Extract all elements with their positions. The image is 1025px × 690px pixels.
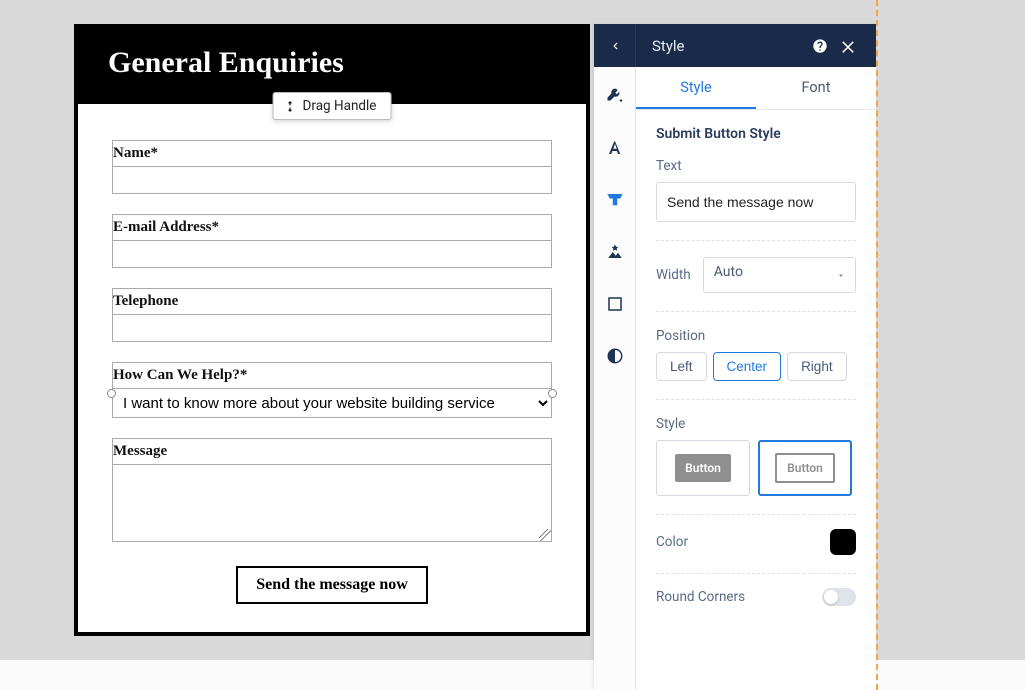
position-right[interactable]: Right: [787, 352, 847, 381]
width-label: Width: [656, 267, 691, 283]
field-email: E-mail Address*: [112, 214, 552, 268]
tool-font[interactable]: [604, 137, 626, 159]
tool-strip: [594, 67, 636, 690]
phone-label: Telephone: [112, 288, 552, 314]
round-corners-label: Round Corners: [656, 589, 745, 605]
message-input[interactable]: [112, 464, 552, 542]
field-phone: Telephone: [112, 288, 552, 342]
chevron-left-icon: [608, 39, 622, 53]
tab-style[interactable]: Style: [636, 67, 756, 109]
tool-image[interactable]: [604, 241, 626, 263]
email-input[interactable]: [112, 240, 552, 268]
panel-tabs: Style Font: [636, 67, 876, 110]
position-center[interactable]: Center: [713, 352, 782, 381]
position-label: Position: [656, 328, 856, 344]
name-label: Name*: [112, 140, 552, 166]
style-solid-preview: Button: [675, 454, 731, 482]
help-label: How Can We Help?*: [112, 362, 552, 388]
selection-handle-left[interactable]: [107, 389, 116, 398]
tool-design[interactable]: [604, 85, 626, 107]
tool-square[interactable]: [604, 293, 626, 315]
panel-content: Style Font Submit Button Style Text Widt…: [636, 67, 876, 690]
style-label: Style: [656, 416, 856, 432]
field-help[interactable]: How Can We Help?* I want to know more ab…: [112, 362, 552, 418]
name-input[interactable]: [112, 166, 552, 194]
font-icon: [606, 139, 624, 157]
text-label: Text: [656, 158, 856, 174]
tab-font[interactable]: Font: [756, 67, 876, 109]
section-title: Submit Button Style: [656, 126, 856, 142]
field-message: Message: [112, 438, 552, 546]
tool-layout[interactable]: [604, 189, 626, 211]
drag-icon: [284, 100, 297, 113]
style-option-outline[interactable]: Button: [758, 440, 852, 496]
color-swatch[interactable]: [830, 529, 856, 555]
square-icon: [606, 295, 624, 313]
position-segmented: Left Center Right: [656, 352, 856, 381]
help-icon: [812, 38, 828, 54]
contrast-icon: [606, 347, 624, 365]
help-button[interactable]: [806, 38, 834, 54]
phone-input[interactable]: [112, 314, 552, 342]
field-name: Name*: [112, 140, 552, 194]
form-widget: General Enquiries Drag Handle Name* E-ma…: [74, 24, 590, 636]
round-corners-toggle[interactable]: [822, 588, 856, 606]
message-label: Message: [112, 438, 552, 464]
tools-icon: [606, 87, 624, 105]
selection-handle-right[interactable]: [548, 389, 557, 398]
panel-title: Style: [636, 37, 806, 55]
layout-icon: [606, 191, 624, 209]
style-outline-preview: Button: [775, 453, 835, 483]
mountain-star-icon: [606, 243, 624, 261]
text-input[interactable]: [656, 182, 856, 222]
color-label: Color: [656, 534, 688, 550]
collapse-button[interactable]: [594, 24, 636, 67]
drag-handle-label: Drag Handle: [303, 98, 377, 114]
submit-button[interactable]: Send the message now: [236, 566, 428, 604]
form-body: Drag Handle Name* E-mail Address* Teleph…: [74, 104, 590, 636]
email-label: E-mail Address*: [112, 214, 552, 240]
drag-handle[interactable]: Drag Handle: [273, 92, 392, 120]
style-options: Button Button: [656, 440, 856, 496]
help-select[interactable]: I want to know more about your website b…: [112, 388, 552, 418]
guide-line: [876, 0, 878, 690]
panel-header: Style: [594, 24, 876, 67]
style-panel: Style: [594, 24, 876, 690]
tool-contrast[interactable]: [604, 345, 626, 367]
width-select[interactable]: Auto: [703, 257, 856, 293]
style-option-solid[interactable]: Button: [656, 440, 750, 496]
close-button[interactable]: [834, 37, 862, 55]
close-icon: [839, 37, 857, 55]
position-left[interactable]: Left: [656, 352, 707, 381]
